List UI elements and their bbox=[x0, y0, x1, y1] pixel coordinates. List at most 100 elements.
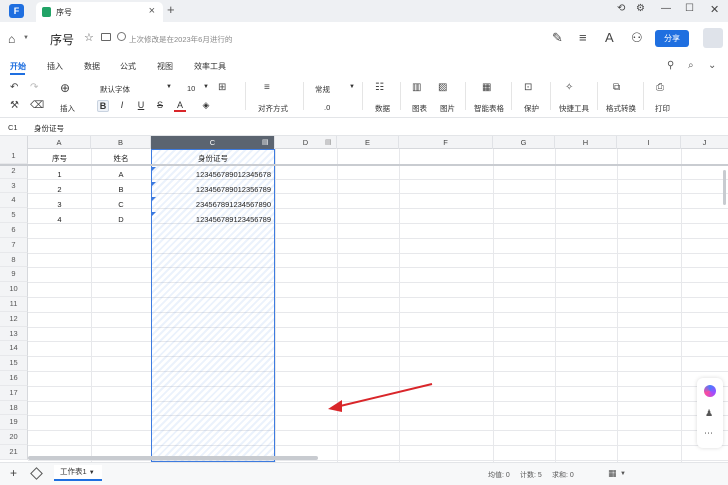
row-header[interactable]: 19 bbox=[0, 415, 28, 431]
document-tab[interactable]: 序号 × bbox=[36, 2, 163, 22]
insert-label[interactable]: 插入 bbox=[60, 103, 75, 114]
more-icon[interactable]: ⋯ bbox=[704, 428, 713, 439]
tab-insert[interactable]: 插入 bbox=[47, 61, 63, 72]
cell-a3[interactable]: 2 bbox=[28, 185, 91, 194]
row-header[interactable]: 10 bbox=[0, 282, 28, 297]
chart-label[interactable]: 图表 bbox=[412, 103, 427, 114]
cell-c3[interactable]: 123456789012356789 bbox=[151, 185, 271, 194]
row-header[interactable]: 18 bbox=[0, 400, 28, 416]
picture-icon[interactable]: ▨ bbox=[438, 82, 447, 93]
quick-tools-icon[interactable]: ✧ bbox=[565, 82, 573, 93]
tab-formula[interactable]: 公式 bbox=[120, 61, 136, 72]
quick-tools-label[interactable]: 快捷工具 bbox=[559, 103, 589, 114]
maximize-icon[interactable]: ☐ bbox=[685, 3, 694, 14]
tab-view[interactable]: 视图 bbox=[157, 61, 173, 72]
font-size-select[interactable]: 10 ▼ bbox=[187, 84, 209, 96]
font-color-button[interactable]: A bbox=[174, 100, 186, 112]
underline-button[interactable]: U bbox=[135, 100, 147, 112]
collapse-ribbon-icon[interactable]: ⌄ bbox=[708, 60, 716, 71]
decimal-button[interactable]: .0 bbox=[324, 103, 330, 112]
cell-b2[interactable]: A bbox=[91, 170, 151, 179]
row-header[interactable]: 3 bbox=[0, 178, 28, 194]
cell-b3[interactable]: B bbox=[91, 185, 151, 194]
cell-c2[interactable]: 123456789012345678 bbox=[151, 170, 271, 179]
filter-icon[interactable]: ▤ bbox=[262, 138, 269, 146]
select-all-corner[interactable] bbox=[0, 136, 28, 149]
tab-start[interactable]: 开始 bbox=[10, 61, 26, 72]
row-header[interactable]: 12 bbox=[0, 311, 28, 327]
close-tab-icon[interactable]: × bbox=[149, 5, 155, 17]
sheet-tab[interactable]: 工作表1 ▼ bbox=[54, 465, 102, 481]
cell-b4[interactable]: C bbox=[91, 200, 151, 209]
document-title[interactable]: 序号 bbox=[50, 31, 74, 48]
column-header-i[interactable]: I bbox=[617, 136, 681, 149]
border-icon[interactable]: ⊞ bbox=[218, 82, 226, 93]
cell-a4[interactable]: 3 bbox=[28, 200, 91, 209]
star-icon[interactable]: ☆ bbox=[84, 31, 94, 44]
row-header[interactable]: 5 bbox=[0, 208, 28, 223]
cell-a5[interactable]: 4 bbox=[28, 215, 91, 224]
row-header[interactable]: 15 bbox=[0, 356, 28, 371]
column-header-f[interactable]: F bbox=[399, 136, 493, 149]
search-icon[interactable]: ⌕ bbox=[688, 60, 694, 71]
row-header[interactable]: 6 bbox=[0, 223, 28, 238]
frozen-row-divider[interactable] bbox=[0, 164, 728, 166]
strikethrough-button[interactable]: S bbox=[154, 100, 166, 112]
row-header[interactable]: 9 bbox=[0, 267, 28, 283]
row-header[interactable]: 7 bbox=[0, 237, 28, 253]
data-label[interactable]: 数据 bbox=[375, 103, 390, 114]
row-header[interactable]: 20 bbox=[0, 430, 28, 445]
row-header[interactable]: 13 bbox=[0, 326, 28, 342]
smart-table-icon[interactable]: ▦ bbox=[482, 82, 491, 93]
folder-icon[interactable] bbox=[101, 33, 111, 41]
print-label[interactable]: 打印 bbox=[655, 103, 670, 114]
smart-table-label[interactable]: 智能表格 bbox=[474, 103, 504, 114]
paint-icon[interactable]: ⚲ bbox=[667, 60, 674, 71]
menu-icon[interactable]: ≡ bbox=[579, 30, 587, 45]
redo-icon[interactable]: ↷ bbox=[30, 82, 38, 93]
spreadsheet-grid[interactable]: A B C ▤ D ▤ E F G H I J 1 2 3 4 5 6 7 8 9 10 11 12 1… bbox=[0, 136, 728, 462]
cell-a2[interactable]: 1 bbox=[28, 170, 91, 179]
chart-icon[interactable]: ▥ bbox=[412, 82, 421, 93]
settings-icon[interactable]: ⚙ bbox=[636, 3, 645, 14]
row-header[interactable]: 21 bbox=[0, 445, 28, 460]
row-header[interactable]: 17 bbox=[0, 385, 28, 401]
cell-reference[interactable]: C1 bbox=[8, 123, 18, 132]
close-window-icon[interactable]: ✕ bbox=[710, 3, 719, 16]
cell-a1[interactable]: 序号 bbox=[28, 153, 91, 164]
cell-c5[interactable]: 123456789123456789 bbox=[151, 215, 271, 224]
column-header-h[interactable]: H bbox=[555, 136, 617, 149]
format-convert-label[interactable]: 格式转换 bbox=[606, 103, 636, 114]
row-header[interactable]: 14 bbox=[0, 341, 28, 357]
column-header-j[interactable]: J bbox=[681, 136, 728, 149]
protect-label[interactable]: 保护 bbox=[524, 103, 539, 114]
column-header-b[interactable]: B bbox=[91, 136, 151, 149]
minimize-icon[interactable]: — bbox=[661, 3, 671, 14]
add-sheet-icon[interactable]: + bbox=[10, 466, 17, 480]
cell-c1[interactable]: 身份证号 bbox=[151, 153, 275, 164]
edit-icon[interactable]: ✎ bbox=[552, 30, 563, 46]
lock-icon[interactable]: ⊡ bbox=[524, 82, 532, 93]
vertical-scrollbar[interactable] bbox=[723, 170, 726, 205]
column-header-g[interactable]: G bbox=[493, 136, 555, 149]
cell-c4[interactable]: 234567891234567890 bbox=[151, 200, 271, 209]
cell-b5[interactable]: D bbox=[91, 215, 151, 224]
eraser-icon[interactable]: ⌫ bbox=[30, 100, 44, 111]
chevron-down-icon[interactable]: ▼ bbox=[620, 471, 626, 477]
row-header[interactable]: 2 bbox=[0, 163, 28, 179]
format-painter-icon[interactable]: ⚒ bbox=[10, 100, 19, 111]
formula-input[interactable]: 身份证号 bbox=[34, 123, 64, 134]
row-header[interactable]: 4 bbox=[0, 193, 28, 209]
row-header[interactable]: 11 bbox=[0, 297, 28, 312]
sheet-list-icon[interactable] bbox=[30, 467, 43, 480]
ai-assistant-icon[interactable] bbox=[704, 385, 716, 397]
tab-efficiency-tools[interactable]: 效率工具 bbox=[194, 61, 226, 72]
cell-b1[interactable]: 姓名 bbox=[91, 153, 151, 164]
column-header-a[interactable]: A bbox=[28, 136, 91, 149]
column-header-c[interactable]: C bbox=[151, 136, 275, 149]
selected-column-range[interactable] bbox=[151, 149, 275, 462]
chevron-down-icon[interactable]: ▼ bbox=[89, 470, 95, 476]
undo-icon[interactable]: ↶ bbox=[10, 82, 18, 93]
row-header[interactable]: 1 bbox=[0, 149, 28, 164]
chevron-down-icon[interactable]: ▼ bbox=[23, 35, 29, 41]
